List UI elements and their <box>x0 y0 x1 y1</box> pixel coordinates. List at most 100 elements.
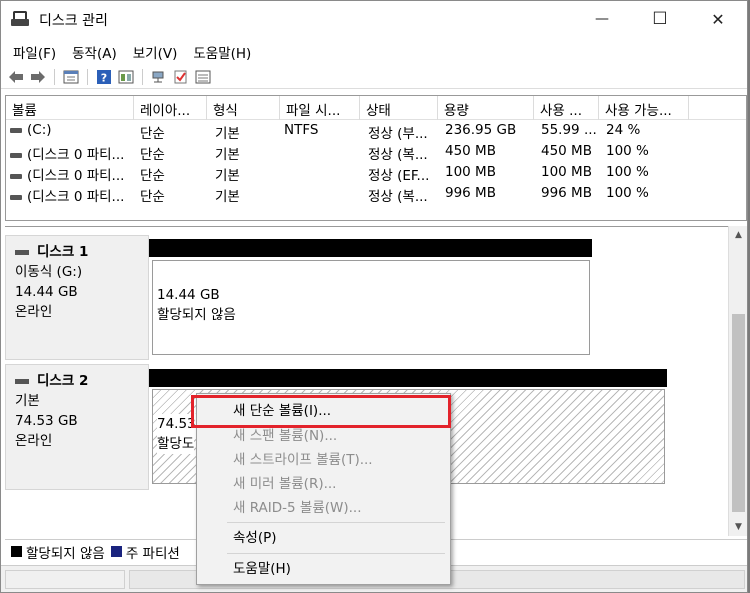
column-free-space[interactable]: 사용 ... <box>534 96 599 120</box>
volume-layout: 단순 <box>140 168 165 184</box>
toolbar-separator <box>87 68 88 85</box>
volume-free-space: 100 MB <box>541 164 592 180</box>
window-title: 디스크 관리 <box>39 13 108 29</box>
volume-status: 정상 (복... <box>368 147 428 163</box>
volume-status: 정상 (부... <box>368 126 428 142</box>
partition-size: 74.53 <box>157 414 196 434</box>
toolbar-separator <box>142 68 143 85</box>
volume-percent-free: 100 % <box>606 164 649 180</box>
partition-unallocated-bar <box>149 369 667 387</box>
disk-icon <box>15 249 29 255</box>
minimize-icon: — <box>595 11 609 27</box>
disk-name: 디스크 1 <box>37 244 89 260</box>
menu-bar: 파일(F) 동작(A) 보기(V) 도움말(H) <box>1 39 747 63</box>
menu-properties[interactable]: 속성(P) <box>197 526 450 550</box>
volume-layout: 단순 <box>140 147 165 163</box>
disk-type: 기본 <box>15 393 40 409</box>
table-row[interactable]: (디스크 0 파티... 단순 기본 정상 (EF... 100 MB 100 … <box>6 162 746 184</box>
volume-layout: 단순 <box>140 189 165 205</box>
volume-type: 기본 <box>215 147 240 163</box>
column-volume[interactable]: 볼륨 <box>6 96 134 120</box>
volume-type: 기본 <box>215 189 240 205</box>
disk-size: 74.53 GB <box>15 413 78 429</box>
volume-free-space: 55.99 ... <box>541 122 597 138</box>
back-icon[interactable] <box>7 68 25 86</box>
menu-separator <box>227 522 445 523</box>
close-button[interactable]: ✕ <box>695 1 741 37</box>
partition-size: 14.44 GB <box>157 287 220 303</box>
volume-icon <box>10 194 22 200</box>
volume-list[interactable]: 볼륨 레이아... 형식 파일 시... 상태 용량 사용 ... 사용 가능.… <box>5 95 747 221</box>
toolbar: ? <box>1 65 747 89</box>
disk-2-label[interactable]: 디스크 2 기본 74.53 GB 온라인 <box>5 364 149 490</box>
menu-new-striped-volume[interactable]: 새 스트라이프 볼륨(T)... <box>197 448 450 472</box>
volume-name: (디스크 0 파티... <box>27 168 125 184</box>
menu-help[interactable]: 도움말(H) <box>185 39 259 63</box>
volume-type: 기본 <box>215 168 240 184</box>
column-capacity[interactable]: 용량 <box>438 96 534 120</box>
legend-primary-swatch <box>110 546 122 557</box>
volume-status: 정상 (EF... <box>368 168 430 184</box>
disk-size: 14.44 GB <box>15 284 78 300</box>
volume-name: (디스크 0 파티... <box>27 147 125 163</box>
column-type[interactable]: 형식 <box>207 96 280 120</box>
connect-icon[interactable] <box>150 68 168 86</box>
maximize-icon: ☐ <box>652 9 668 29</box>
properties-icon[interactable] <box>62 68 80 86</box>
help-icon[interactable]: ? <box>95 68 113 86</box>
list-icon[interactable] <box>194 68 212 86</box>
minimize-button[interactable]: — <box>579 1 625 37</box>
volume-name: (C:) <box>27 122 52 138</box>
menu-new-raid5-volume[interactable]: 새 RAID-5 볼륨(W)... <box>197 496 450 520</box>
volume-layout: 단순 <box>140 126 165 142</box>
disk-1-partition[interactable]: 14.44 GB 할당되지 않음 <box>152 260 590 355</box>
menu-file[interactable]: 파일(F) <box>5 39 64 63</box>
table-row[interactable]: (디스크 0 파티... 단순 기본 정상 (복... 450 MB 450 M… <box>6 141 746 163</box>
volume-icon <box>10 152 22 158</box>
title-bar: 디스크 관리 — ☐ ✕ <box>1 1 747 37</box>
scroll-up-icon[interactable]: ▲ <box>729 226 748 243</box>
menu-view[interactable]: 보기(V) <box>125 39 186 63</box>
column-status[interactable]: 상태 <box>360 96 438 120</box>
volume-type: 기본 <box>215 126 240 142</box>
scrollbar-thumb[interactable] <box>732 314 745 512</box>
menu-separator <box>227 553 445 554</box>
vertical-scrollbar[interactable]: ▲ ▼ <box>728 226 747 536</box>
menu-help-item[interactable]: 도움말(H) <box>197 557 450 581</box>
column-percent-free[interactable]: 사용 가능... <box>599 96 689 120</box>
volume-capacity: 236.95 GB <box>445 122 517 138</box>
menu-new-mirrored-volume[interactable]: 새 미러 볼륨(R)... <box>197 472 450 496</box>
check-icon[interactable] <box>172 68 190 86</box>
toolbar-separator <box>54 68 55 85</box>
volume-list-header: 볼륨 레이아... 형식 파일 시... 상태 용량 사용 ... 사용 가능.… <box>6 96 746 120</box>
detail-view-icon[interactable] <box>117 68 135 86</box>
table-row[interactable]: (디스크 0 파티... 단순 기본 정상 (복... 996 MB 996 M… <box>6 183 746 205</box>
table-row[interactable]: (C:) 단순 기본 NTFS 정상 (부... 236.95 GB 55.99… <box>6 120 746 142</box>
legend-unallocated-swatch <box>11 546 22 557</box>
volume-percent-free: 100 % <box>606 185 649 201</box>
volume-free-space: 450 MB <box>541 143 592 159</box>
volume-status: 정상 (복... <box>368 189 428 205</box>
column-filesystem[interactable]: 파일 시... <box>280 96 360 120</box>
volume-percent-free: 24 % <box>606 122 641 138</box>
close-icon: ✕ <box>711 9 725 29</box>
forward-icon[interactable] <box>29 68 47 86</box>
scroll-down-icon[interactable]: ▼ <box>729 518 748 535</box>
maximize-button[interactable]: ☐ <box>637 1 683 37</box>
disk-name: 디스크 2 <box>37 373 89 389</box>
partition-status: 할당도 <box>157 434 195 454</box>
legend-primary-label: 주 파티션 <box>125 545 180 562</box>
volume-capacity: 996 MB <box>445 185 496 201</box>
disk-1-label[interactable]: 디스크 1 이동식 (G:) 14.44 GB 온라인 <box>5 235 149 360</box>
partition-status: 할당되지 않음 <box>157 307 236 323</box>
volume-capacity: 450 MB <box>445 143 496 159</box>
highlight-box <box>191 395 451 428</box>
volume-free-space: 996 MB <box>541 185 592 201</box>
disk-status: 온라인 <box>15 433 53 449</box>
column-layout[interactable]: 레이아... <box>134 96 207 120</box>
svg-text:?: ? <box>101 71 107 84</box>
volume-percent-free: 100 % <box>606 143 649 159</box>
menu-action[interactable]: 동작(A) <box>64 39 125 63</box>
disk-type: 이동식 (G:) <box>15 264 83 280</box>
partition-unallocated-bar <box>149 239 592 257</box>
